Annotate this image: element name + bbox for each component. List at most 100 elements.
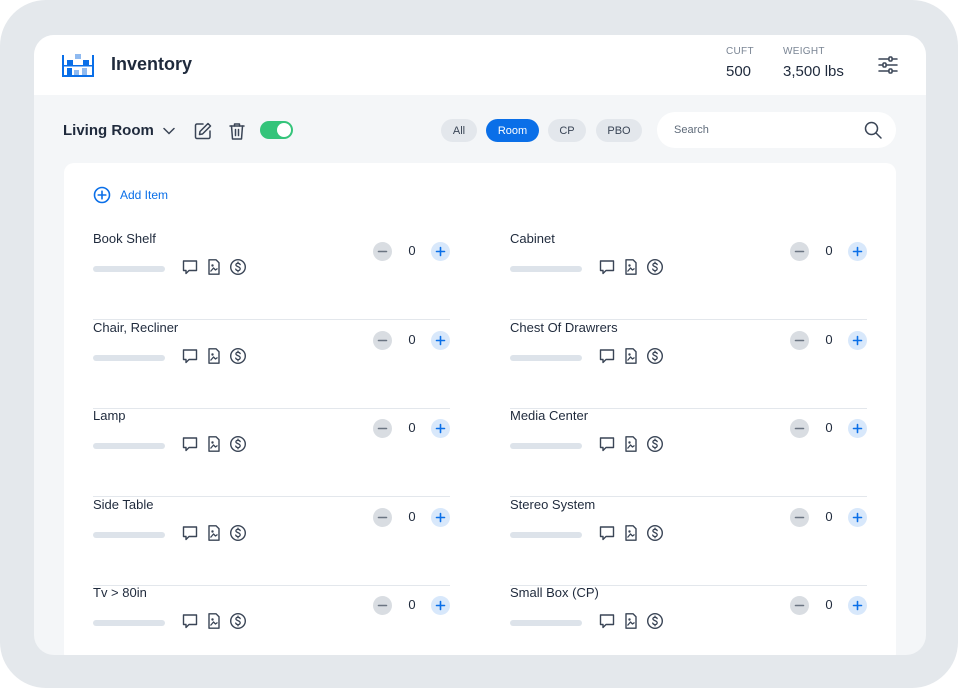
decrement-button[interactable] xyxy=(373,507,392,527)
item-quantity: 0 xyxy=(825,597,833,612)
increment-button[interactable] xyxy=(848,242,867,261)
cuft-label: CUFT xyxy=(726,46,754,57)
comment-icon[interactable] xyxy=(181,524,199,542)
comment-icon[interactable] xyxy=(181,435,199,453)
comment-icon[interactable] xyxy=(598,347,616,365)
minus-icon xyxy=(377,339,388,341)
list-item: Chair, Recliner 0 xyxy=(93,320,450,409)
item-name: Tv > 80in xyxy=(93,585,147,600)
comment-icon[interactable] xyxy=(598,258,616,276)
edit-icon[interactable] xyxy=(193,121,213,141)
photo-file-icon[interactable] xyxy=(622,258,640,276)
weight-label: WEIGHT xyxy=(783,46,825,57)
item-progress-bar xyxy=(93,266,165,272)
item-name: Cabinet xyxy=(510,231,555,246)
dollar-icon[interactable] xyxy=(229,258,247,276)
increment-button[interactable] xyxy=(848,507,867,527)
increment-button[interactable] xyxy=(431,507,450,527)
photo-file-icon[interactable] xyxy=(205,524,223,542)
search-icon[interactable] xyxy=(863,120,883,140)
decrement-button[interactable] xyxy=(790,596,809,615)
item-progress-bar xyxy=(93,620,165,626)
item-progress-bar xyxy=(510,266,582,272)
item-quantity: 0 xyxy=(408,331,416,347)
comment-icon[interactable] xyxy=(598,612,616,630)
page-title: Inventory xyxy=(111,54,193,74)
decrement-button[interactable] xyxy=(373,596,392,615)
increment-button[interactable] xyxy=(431,242,450,261)
comment-icon[interactable] xyxy=(181,612,199,630)
plus-icon xyxy=(852,423,863,434)
item-name: Stereo System xyxy=(510,496,596,512)
decrement-button[interactable] xyxy=(790,507,809,527)
comment-icon[interactable] xyxy=(598,524,616,542)
filter-room[interactable]: Room xyxy=(486,119,539,142)
decrement-button[interactable] xyxy=(373,330,392,350)
inventory-card: Add Item Book Shelf 0 Chair, Recliner 0 … xyxy=(64,163,896,655)
dollar-icon[interactable] xyxy=(229,347,247,365)
item-name: Side Table xyxy=(93,496,154,512)
photo-file-icon[interactable] xyxy=(205,435,223,453)
item-quantity: 0 xyxy=(408,597,416,612)
dollar-icon[interactable] xyxy=(229,524,247,542)
list-item: Media Center 0 xyxy=(510,408,867,497)
list-item: Small Box (CP) 0 xyxy=(510,585,867,655)
increment-button[interactable] xyxy=(848,419,867,438)
add-item-label: Add Item xyxy=(120,188,169,202)
add-item-button[interactable]: Add Item xyxy=(93,186,168,204)
device-frame: Inventory CUFT 500 WEIGHT 3,500 lbs Livi… xyxy=(0,0,958,688)
increment-button[interactable] xyxy=(848,330,867,350)
weight-value: 3,500 lbs xyxy=(783,63,844,80)
photo-file-icon[interactable] xyxy=(622,435,640,453)
photo-file-icon[interactable] xyxy=(622,524,640,542)
minus-icon xyxy=(794,250,805,253)
increment-button[interactable] xyxy=(848,596,867,615)
dollar-icon[interactable] xyxy=(646,347,664,365)
comment-icon[interactable] xyxy=(598,435,616,453)
dollar-icon[interactable] xyxy=(229,435,247,453)
photo-file-icon[interactable] xyxy=(205,258,223,276)
sliders-icon[interactable] xyxy=(877,55,899,75)
search-input[interactable] xyxy=(674,121,854,139)
list-item: Book Shelf 0 xyxy=(93,231,450,320)
increment-button[interactable] xyxy=(431,419,450,438)
decrement-button[interactable] xyxy=(790,242,809,261)
decrement-button[interactable] xyxy=(373,419,392,438)
room-toggle[interactable] xyxy=(260,121,293,139)
plus-icon xyxy=(852,335,863,345)
trash-icon[interactable] xyxy=(227,121,247,141)
dollar-icon[interactable] xyxy=(646,435,664,453)
minus-icon xyxy=(794,604,805,607)
list-item: Side Table 0 xyxy=(93,497,450,586)
plus-circle-icon xyxy=(93,186,111,204)
item-quantity: 0 xyxy=(825,331,833,347)
filter-cp[interactable]: CP xyxy=(548,119,586,142)
dollar-icon[interactable] xyxy=(646,524,664,542)
weight-stat: WEIGHT 3,500 lbs xyxy=(783,46,844,80)
photo-file-icon[interactable] xyxy=(622,347,640,365)
decrement-button[interactable] xyxy=(790,419,809,438)
filter-all[interactable]: All xyxy=(441,119,477,142)
photo-file-icon[interactable] xyxy=(205,612,223,630)
app-screen: Inventory CUFT 500 WEIGHT 3,500 lbs Livi… xyxy=(34,35,926,655)
increment-button[interactable] xyxy=(431,330,450,350)
increment-button[interactable] xyxy=(431,596,450,615)
room-dropdown[interactable]: Living Room xyxy=(63,122,175,139)
decrement-button[interactable] xyxy=(790,330,809,350)
comment-icon[interactable] xyxy=(181,347,199,365)
list-item: Cabinet 0 xyxy=(510,231,867,320)
dollar-icon[interactable] xyxy=(229,612,247,630)
filter-pbo[interactable]: PBO xyxy=(596,119,642,142)
photo-file-icon[interactable] xyxy=(622,612,640,630)
search-box[interactable] xyxy=(657,112,896,148)
decrement-button[interactable] xyxy=(373,242,392,261)
plus-icon xyxy=(435,600,446,611)
item-quantity: 0 xyxy=(825,243,833,258)
photo-file-icon[interactable] xyxy=(205,347,223,365)
dollar-icon[interactable] xyxy=(646,258,664,276)
plus-icon xyxy=(852,246,863,257)
item-quantity: 0 xyxy=(408,508,416,524)
dollar-icon[interactable] xyxy=(646,612,664,630)
comment-icon[interactable] xyxy=(181,258,199,276)
chevron-down-icon xyxy=(163,127,175,135)
